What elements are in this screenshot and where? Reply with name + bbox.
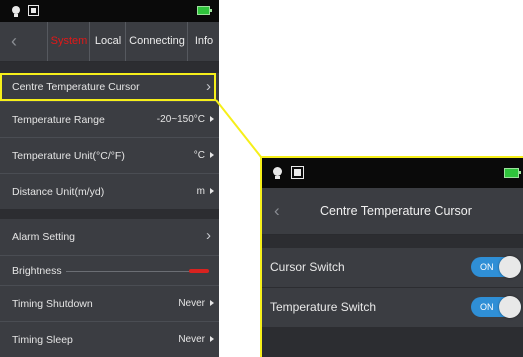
tab-local[interactable]: Local	[89, 22, 126, 61]
tab-bar: ‹ System Local Connecting Info	[0, 22, 219, 62]
section-divider	[262, 235, 523, 248]
toggle-knob	[499, 256, 521, 278]
toggle-state: ON	[480, 302, 494, 312]
row-distance-unit[interactable]: Distance Unit(m/yd) m	[0, 173, 219, 210]
triangle-right-icon	[210, 116, 214, 122]
section-divider	[0, 209, 219, 219]
row-brightness: Brightness	[0, 255, 219, 286]
page-title: Centre Temperature Cursor	[320, 204, 472, 218]
row-label: Distance Unit(m/yd)	[12, 186, 105, 198]
battery-icon	[504, 168, 521, 178]
detail-screen: ‹ Centre Temperature Cursor Cursor Switc…	[260, 156, 523, 357]
battery-icon	[197, 6, 212, 15]
row-label: Timing Sleep	[12, 334, 73, 346]
row-value: Never	[178, 298, 205, 309]
status-bar	[262, 158, 523, 188]
row-label: Alarm Setting	[12, 231, 76, 243]
row-timing-shutdown[interactable]: Timing Shutdown Never	[0, 285, 219, 322]
row-value: Never	[178, 334, 205, 345]
triangle-right-icon	[210, 152, 214, 158]
toggle-state: ON	[480, 262, 494, 272]
row-alarm-setting[interactable]: Alarm Setting ›	[0, 219, 219, 255]
row-cursor-switch: Cursor Switch ON	[262, 248, 523, 288]
grid-icon	[291, 166, 304, 179]
tab-info[interactable]: Info	[187, 22, 219, 61]
row-value: °C	[193, 150, 205, 161]
row-temperature-range[interactable]: Temperature Range -20~150°C	[0, 101, 219, 138]
triangle-right-icon	[210, 188, 214, 194]
back-chevron-icon[interactable]: ‹	[11, 32, 17, 50]
triangle-right-icon	[210, 300, 214, 306]
row-label: Brightness	[12, 265, 62, 277]
row-label: Timing Shutdown	[12, 298, 93, 310]
row-label: Temperature Range	[12, 114, 105, 126]
status-bar	[0, 0, 219, 22]
row-label: Cursor Switch	[270, 260, 345, 274]
row-label: Centre Temperature Cursor	[12, 81, 140, 93]
toggle-knob	[499, 296, 521, 318]
cursor-switch-toggle[interactable]: ON	[471, 256, 521, 278]
row-centre-temperature-cursor[interactable]: Centre Temperature Cursor ›	[0, 73, 219, 101]
tab-system[interactable]: System	[47, 22, 90, 61]
settings-screen: ‹ System Local Connecting Info Centre Te…	[0, 0, 219, 357]
row-label: Temperature Switch	[270, 300, 377, 314]
temperature-switch-toggle[interactable]: ON	[471, 296, 521, 318]
brightness-slider-track[interactable]	[66, 271, 209, 272]
back-chevron-icon[interactable]: ‹	[274, 202, 280, 219]
tab-connecting[interactable]: Connecting	[125, 22, 188, 61]
row-timing-sleep[interactable]: Timing Sleep Never	[0, 321, 219, 357]
chevron-right-icon: ›	[206, 78, 211, 95]
row-label: Temperature Unit(°C/°F)	[12, 150, 125, 162]
row-temperature-unit[interactable]: Temperature Unit(°C/°F) °C	[0, 137, 219, 174]
brightness-slider-thumb[interactable]	[189, 269, 209, 273]
triangle-right-icon	[210, 336, 214, 342]
bulb-icon	[273, 167, 282, 179]
bulb-icon	[12, 6, 20, 17]
row-value: m	[196, 186, 205, 197]
row-temperature-switch: Temperature Switch ON	[262, 288, 523, 327]
chevron-right-icon: ›	[206, 227, 211, 244]
section-divider	[0, 62, 219, 73]
section-divider	[262, 327, 523, 357]
row-value: -20~150°C	[156, 114, 205, 125]
title-bar: ‹ Centre Temperature Cursor	[262, 188, 523, 235]
grid-icon	[28, 5, 39, 16]
